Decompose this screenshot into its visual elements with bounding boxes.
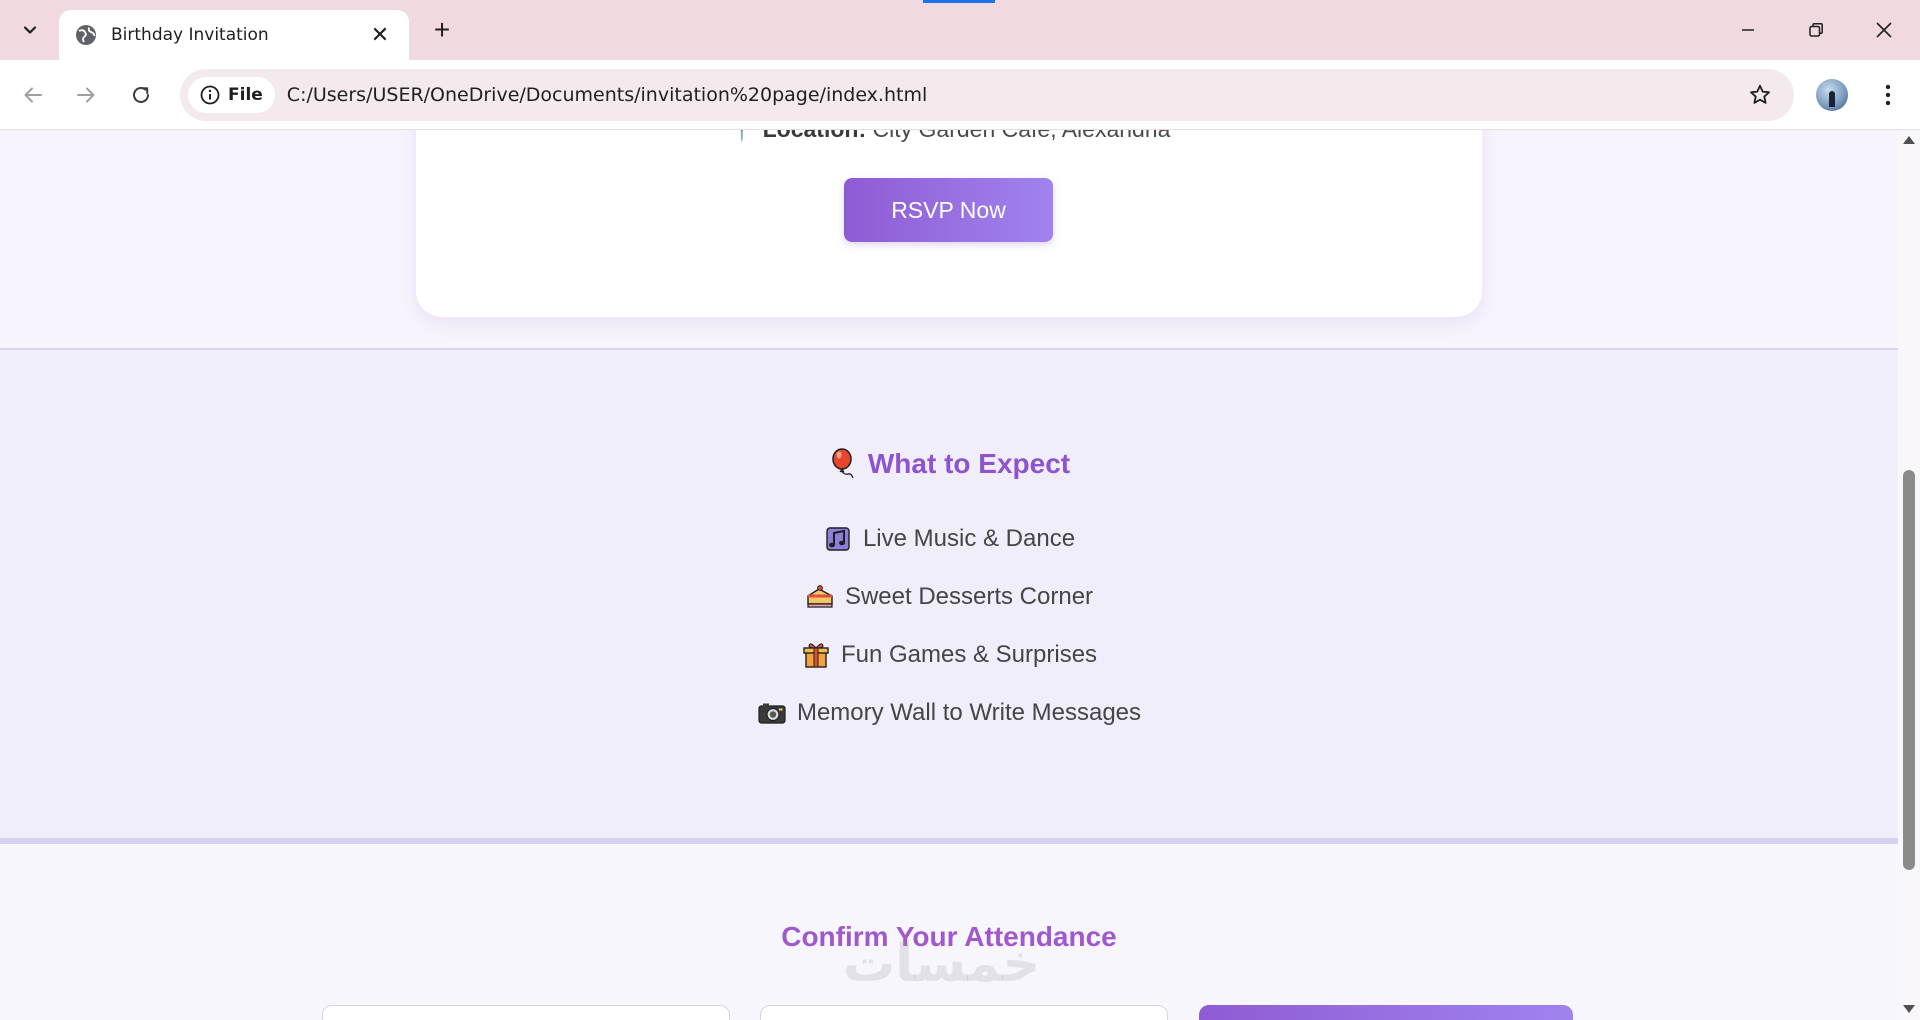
music-notes-icon [823, 524, 853, 554]
browser-menu-button[interactable] [1870, 75, 1906, 115]
minimize-button[interactable] [1714, 0, 1782, 60]
close-window-button[interactable] [1850, 0, 1918, 60]
arrow-left-icon [24, 87, 42, 103]
chevron-down-icon [23, 26, 37, 34]
forward-button[interactable] [66, 75, 106, 115]
scroll-up-arrow-icon[interactable] [1903, 136, 1915, 144]
location-value: City Garden Cafe, Alexandria [873, 130, 1171, 142]
new-tab-button[interactable]: + [424, 12, 460, 48]
camera-icon [757, 698, 787, 728]
reload-button[interactable] [121, 75, 161, 115]
tab-close-icon[interactable]: ✕ [367, 24, 393, 46]
rsvp-button[interactable]: RSVP Now [844, 178, 1053, 242]
invitation-card: 📍 Location: City Garden Cafe, Alexandria… [416, 130, 1482, 317]
item-label: Sweet Desserts Corner [844, 583, 1094, 610]
restore-icon [1809, 23, 1823, 37]
url-text[interactable]: C:/Users/USER/OneDrive/Documents/invitat… [287, 84, 1740, 106]
more-vertical-icon [1885, 84, 1891, 106]
location-label: Location: [763, 130, 867, 142]
back-button[interactable] [13, 75, 53, 115]
pin-icon: 📍 [728, 130, 757, 142]
list-item: Memory Wall to Write Messages [0, 684, 1898, 742]
arrow-right-icon [77, 87, 95, 103]
expect-list: Live Music & Dance Sweet Desserts Corner [0, 510, 1898, 742]
minimize-icon [1742, 29, 1754, 31]
reload-icon [133, 86, 149, 103]
expect-title: What to Expect [867, 448, 1071, 479]
close-icon [1876, 22, 1892, 38]
confirm-attendance-section: Confirm Your Attendance خمسات [0, 844, 1898, 1020]
gift-icon [801, 640, 831, 670]
browser-toolbar: File C:/Users/USER/OneDrive/Documents/in… [0, 60, 1920, 130]
cake-slice-icon [805, 582, 835, 612]
expect-heading: What to Expect [0, 448, 1898, 480]
security-chip-label: File [228, 85, 263, 105]
globe-icon [75, 24, 97, 46]
tab-search-button[interactable] [10, 10, 50, 50]
what-to-expect-section: What to Expect Live Music & Dance Sweet … [0, 350, 1898, 838]
location-line: 📍 Location: City Garden Cafe, Alexandria [416, 130, 1482, 143]
tab-title: Birthday Invitation [111, 25, 269, 45]
avatar-figure [1829, 91, 1835, 107]
bookmark-star-icon[interactable] [1740, 75, 1780, 115]
guests-input[interactable] [760, 1005, 1168, 1020]
profile-avatar[interactable] [1816, 79, 1848, 111]
item-label: Fun Games & Surprises [840, 641, 1098, 668]
balloon-icon [828, 448, 858, 479]
item-label: Live Music & Dance [862, 525, 1076, 552]
loading-indicator [923, 0, 995, 3]
list-item: Sweet Desserts Corner [0, 568, 1898, 626]
address-bar[interactable]: File C:/Users/USER/OneDrive/Documents/in… [180, 69, 1794, 121]
item-label: Memory Wall to Write Messages [796, 699, 1142, 726]
submit-button[interactable] [1199, 1005, 1573, 1020]
scroll-down-arrow-icon[interactable] [1903, 1005, 1915, 1013]
scroll-thumb[interactable] [1903, 470, 1915, 870]
site-info-chip[interactable]: File [188, 77, 275, 113]
list-item: Live Music & Dance [0, 510, 1898, 568]
browser-titlebar: Birthday Invitation ✕ + [0, 0, 1920, 60]
page-viewport: 📍 Location: City Garden Cafe, Alexandria… [0, 130, 1898, 1020]
page-scrollbar[interactable] [1898, 130, 1920, 1020]
restore-button[interactable] [1782, 0, 1850, 60]
watermark-logo: خمسات [843, 934, 1041, 994]
list-item: Fun Games & Surprises [0, 626, 1898, 684]
info-icon [200, 85, 220, 105]
name-input[interactable] [322, 1005, 730, 1020]
tab-birthday-invitation[interactable]: Birthday Invitation ✕ [59, 10, 409, 60]
